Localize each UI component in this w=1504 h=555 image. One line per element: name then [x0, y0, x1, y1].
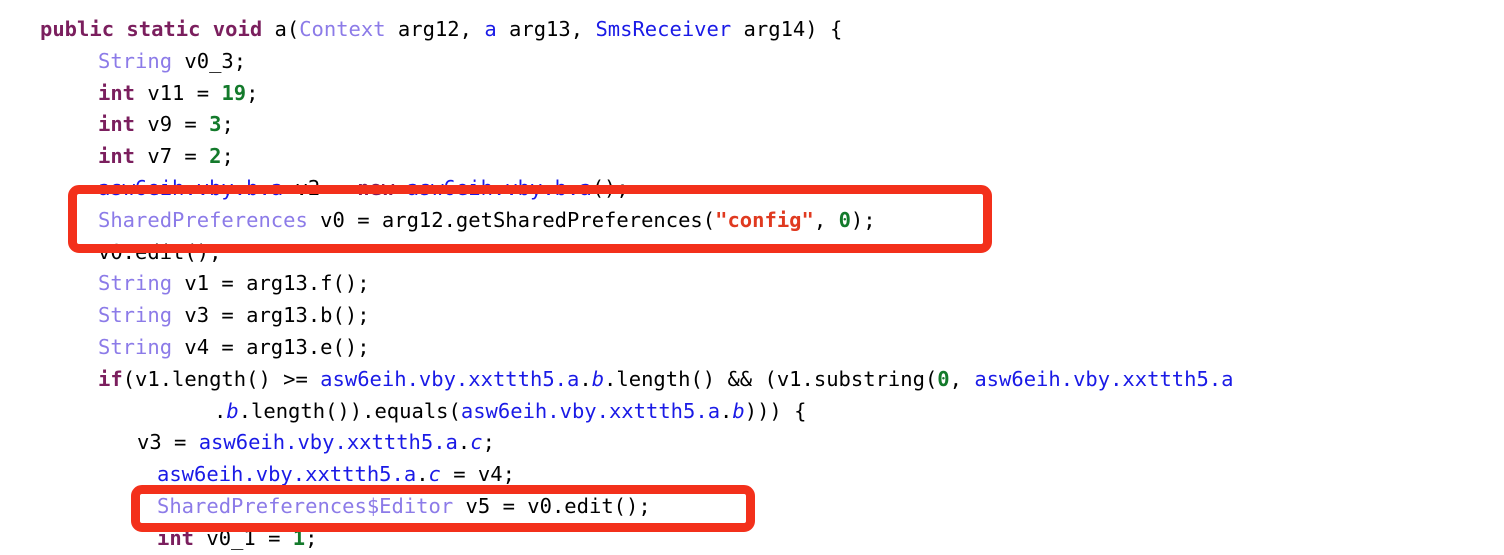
code-line: SharedPreferences$Editor v5 = v0.edit(); — [0, 491, 1504, 523]
code-token: ; — [482, 430, 495, 455]
code-token: . — [416, 462, 429, 487]
code-token: 19 — [221, 80, 247, 105]
code-token: if — [98, 366, 123, 391]
code-token: SharedPreferences$Editor — [157, 493, 454, 518]
code-token: .length() && (v1.substring( — [604, 366, 938, 391]
code-token: (v1.length() >= — [122, 366, 321, 391]
code-token: b — [732, 398, 745, 423]
code-token: String — [98, 334, 173, 359]
code-token: String — [98, 303, 173, 328]
code-token: ; — [246, 80, 259, 105]
code-token: ); — [850, 207, 876, 232]
code-token: arg13, — [496, 17, 596, 41]
code-token: c — [428, 462, 441, 487]
code-line: if(v1.length() >= asw6eih.vby.xxttth5.a.… — [0, 364, 1504, 396]
code-line: v0.edit(); — [0, 237, 1504, 269]
code-token: Context — [299, 17, 386, 41]
code-token: , — [949, 366, 975, 391]
code-token: asw6eih.vby.b.a — [98, 175, 284, 200]
code-line: String v4 = arg13.e(); — [0, 332, 1504, 364]
code-token: SharedPreferences — [98, 207, 308, 232]
code-token: a — [484, 17, 497, 41]
code-token: 2 — [209, 144, 222, 169]
code-line: .b.length()).equals(asw6eih.vby.xxttth5.… — [0, 396, 1504, 428]
code-line: int v11 = 19; — [0, 78, 1504, 110]
code-token: v2 = — [283, 175, 358, 200]
code-token: String — [98, 271, 173, 296]
code-line: int v7 = 2; — [0, 141, 1504, 173]
code-token: ))) { — [744, 398, 807, 423]
code-line: String v1 = arg13.f(); — [0, 268, 1504, 300]
code-token: int — [157, 525, 195, 550]
code-token: (); — [591, 175, 629, 200]
code-token: c — [470, 430, 483, 455]
code-token: 1 — [292, 525, 306, 550]
code-line: int v9 = 3; — [0, 109, 1504, 141]
code-token: v9 = — [135, 112, 210, 137]
code-token: v11 = — [135, 80, 222, 105]
code-token: v0_1 = — [194, 525, 293, 550]
code-token: asw6eih.vby.xxttth5.a — [320, 366, 580, 391]
code-token: v0_3; — [172, 48, 247, 73]
code-token: int — [98, 144, 136, 169]
code-token: asw6eih.vby.b.a — [406, 175, 592, 200]
code-lines-container: public static void a(Context arg12, a ar… — [0, 14, 1504, 555]
code-token: v0 = arg12.getSharedPreferences( — [307, 207, 716, 232]
code-token: b — [226, 398, 239, 423]
code-token: . — [579, 366, 592, 391]
code-listing-surface: public static void a(Context arg12, a ar… — [0, 0, 1504, 550]
code-token: v7 = — [135, 144, 210, 169]
code-token: .length()).equals( — [238, 398, 461, 423]
code-token: new — [357, 175, 407, 200]
code-token: v4 = arg13.e(); — [172, 334, 370, 359]
code-token: asw6eih.vby.xxttth5.a — [974, 366, 1234, 391]
code-token: ; — [305, 525, 318, 550]
code-token: = v4; — [440, 462, 515, 487]
code-token: v3 = — [137, 430, 199, 455]
code-line: public static void a(Context arg12, a ar… — [0, 14, 1504, 46]
code-token: v5 = v0.edit(); — [453, 493, 651, 518]
code-token: v1 = arg13.f(); — [172, 271, 370, 296]
code-token: SmsReceiver — [595, 17, 732, 41]
code-token: arg12, — [385, 17, 485, 41]
code-line: SharedPreferences v0 = arg12.getSharedPr… — [0, 205, 1504, 237]
code-line: int v0_1 = 1; — [0, 523, 1504, 555]
code-token: 0 — [937, 366, 950, 391]
code-token: v0.edit(); — [98, 239, 222, 264]
code-token: a( — [274, 17, 300, 41]
code-token: , — [813, 207, 839, 232]
code-token: asw6eih.vby.xxttth5.a — [157, 462, 417, 487]
code-token: public static void — [40, 17, 275, 41]
code-token: 3 — [209, 112, 222, 137]
code-token: ; — [221, 144, 234, 169]
code-token: int — [98, 112, 136, 137]
code-line: v3 = asw6eih.vby.xxttth5.a.c; — [0, 427, 1504, 459]
code-token: . — [720, 398, 733, 423]
code-line: asw6eih.vby.b.a v2 = new asw6eih.vby.b.a… — [0, 173, 1504, 205]
code-token: . — [457, 430, 471, 455]
code-token: b — [591, 366, 605, 391]
code-token: 0 — [838, 207, 851, 232]
code-line: String v3 = arg13.b(); — [0, 300, 1504, 332]
code-token: v3 = arg13.b(); — [172, 303, 370, 328]
code-token: . — [214, 398, 227, 423]
code-token: asw6eih.vby.xxttth5.a — [198, 430, 458, 455]
code-token: "config" — [715, 207, 814, 232]
code-token: arg14) { — [731, 17, 843, 41]
code-token: int — [98, 80, 136, 105]
code-token: asw6eih.vby.xxttth5.a — [460, 398, 721, 423]
code-line: String v0_3; — [0, 46, 1504, 78]
code-token: ; — [221, 112, 234, 137]
code-token: String — [98, 48, 173, 73]
code-line: asw6eih.vby.xxttth5.a.c = v4; — [0, 459, 1504, 491]
